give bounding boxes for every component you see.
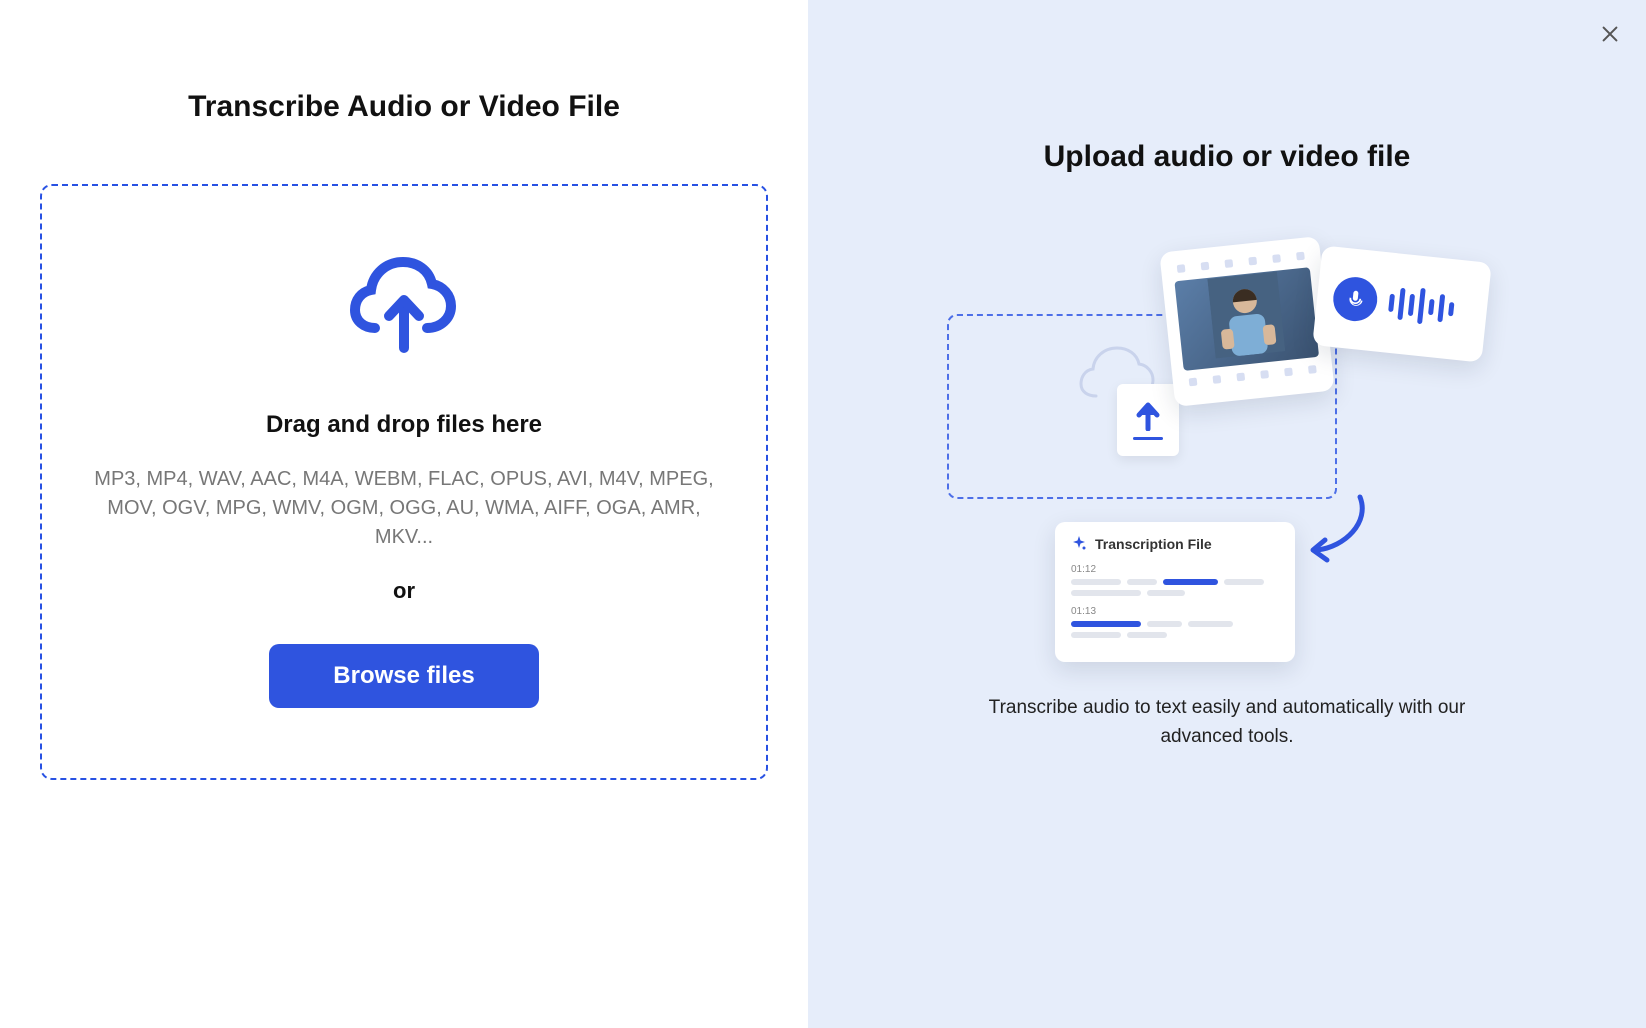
illustration-upload-card xyxy=(1117,384,1179,456)
upload-illustration: Transcription File 01:12 01:13 xyxy=(947,244,1507,664)
transcription-card-title: Transcription File xyxy=(1095,536,1212,552)
file-dropzone[interactable]: Drag and drop files here MP3, MP4, WAV, … xyxy=(40,184,768,780)
upload-underline xyxy=(1133,437,1163,440)
transcription-timestamp-2: 01:13 xyxy=(1071,606,1279,617)
sparkle-icon xyxy=(1071,536,1087,552)
left-panel: Transcribe Audio or Video File Drag and … xyxy=(0,0,808,1028)
cloud-upload-icon xyxy=(92,256,716,356)
page-title: Transcribe Audio or Video File xyxy=(40,90,768,124)
illustration-transcription-card: Transcription File 01:12 01:13 xyxy=(1055,522,1295,662)
browse-files-button[interactable]: Browse files xyxy=(269,644,538,708)
right-panel: Upload audio or video file xyxy=(808,0,1646,1028)
illustration-audio-card xyxy=(1312,245,1492,362)
close-icon xyxy=(1599,23,1621,45)
right-title: Upload audio or video file xyxy=(1044,140,1411,174)
video-thumbnail xyxy=(1174,267,1319,371)
supported-formats: MP3, MP4, WAV, AAC, M4A, WEBM, FLAC, OPU… xyxy=(94,465,714,552)
curved-arrow-icon xyxy=(1305,492,1375,572)
close-button[interactable] xyxy=(1596,20,1624,48)
transcription-timestamp-1: 01:12 xyxy=(1071,564,1279,575)
right-description: Transcribe audio to text easily and auto… xyxy=(967,694,1487,751)
illustration-video-card xyxy=(1159,236,1334,407)
or-separator: or xyxy=(92,578,716,604)
audio-waveform-icon xyxy=(1387,285,1455,328)
microphone-icon xyxy=(1331,275,1379,323)
drop-heading: Drag and drop files here xyxy=(92,411,716,439)
upload-arrow-icon xyxy=(1135,401,1161,431)
